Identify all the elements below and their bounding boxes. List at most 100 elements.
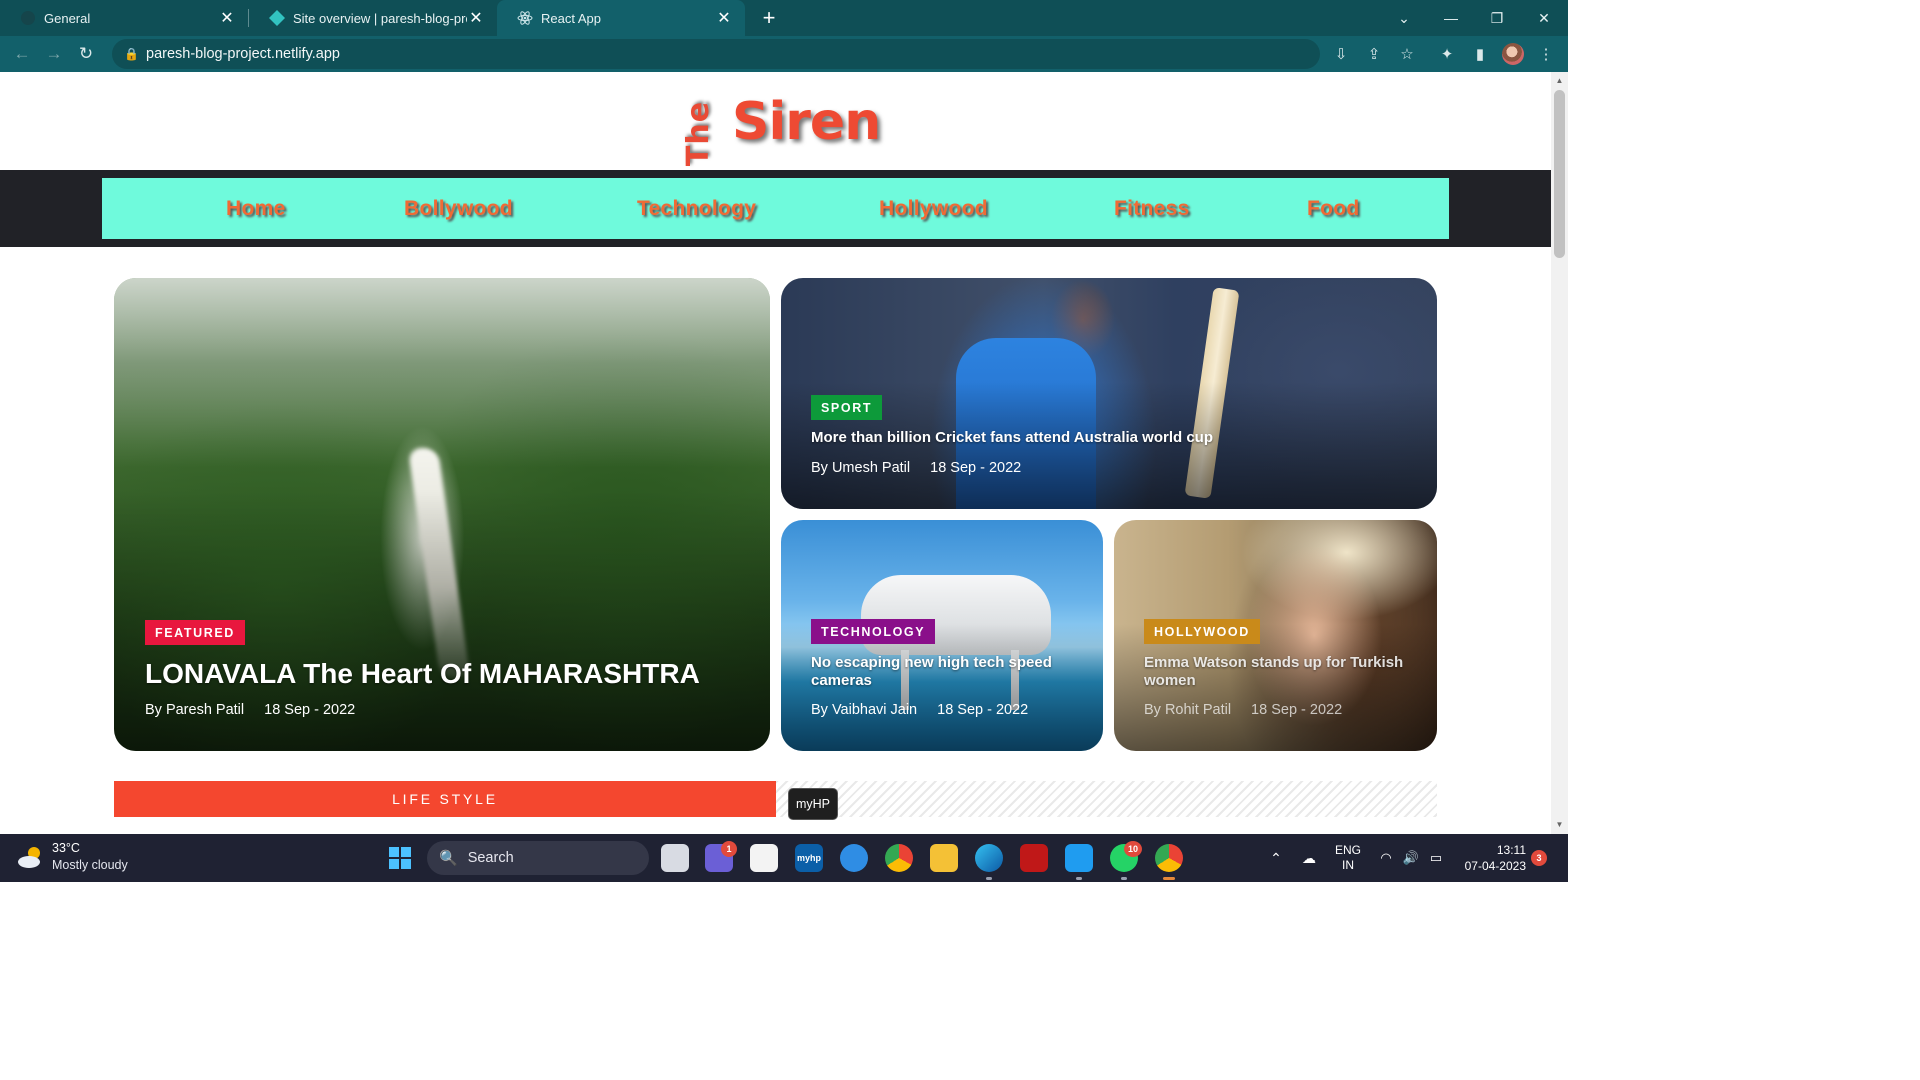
web-page: The Siren Home Bollywood Technology Holl…	[0, 72, 1551, 834]
language-code: ENG	[1334, 843, 1361, 857]
extensions-icon[interactable]: ✦	[1432, 36, 1462, 72]
page-scrollbar[interactable]: ▲ ▼	[1551, 72, 1568, 834]
show-hidden-icons[interactable]: ⌃	[1264, 834, 1288, 882]
back-icon[interactable]: ←	[6, 38, 38, 70]
search-label: Search	[467, 850, 514, 866]
tab-bar: General ✕ Site overview | paresh-blog-pr…	[0, 0, 1568, 36]
card-meta: By Umesh Patil 18 Sep - 2022	[811, 460, 1021, 476]
site-logo[interactable]: The Siren	[676, 82, 896, 172]
close-tab-icon[interactable]: ✕	[715, 9, 733, 27]
clock-date: 07-04-2023	[1464, 859, 1526, 873]
nav-band: Home Bollywood Technology Hollywood Fitn…	[0, 170, 1551, 247]
taskbar-search[interactable]: 🔍 Search	[427, 841, 649, 875]
tab-react-app[interactable]: React App ✕	[497, 0, 745, 36]
region-code: IN	[1342, 858, 1354, 872]
category-badge[interactable]: HOLLYWOOD	[1144, 619, 1260, 644]
card-author: By Vaibhavi Jain	[811, 702, 918, 718]
active-indicator	[1163, 877, 1175, 880]
featured-card[interactable]: FEATURED LONAVALA The Heart Of MAHARASHT…	[114, 278, 770, 751]
card-author: By Paresh Patil	[145, 702, 245, 718]
volume-icon[interactable]: 🔊	[1399, 834, 1423, 882]
forward-icon[interactable]: →	[38, 38, 70, 70]
technology-card[interactable]: TECHNOLOGY No escaping new high tech spe…	[781, 520, 1103, 751]
nav-technology[interactable]: Technology	[637, 197, 756, 221]
tab-title: React App	[541, 10, 601, 26]
clock[interactable]: 13:11 07-04-2023	[1456, 834, 1526, 882]
lifestyle-section-header: LIFE STYLE	[114, 781, 776, 817]
wifi-icon[interactable]: ◠	[1374, 834, 1398, 882]
cloudy-weather-icon[interactable]	[16, 844, 46, 870]
tab-title: Site overview | paresh-blog-proje	[293, 10, 467, 26]
scroll-down-icon[interactable]: ▼	[1551, 820, 1568, 829]
battery-icon[interactable]: ▭	[1424, 834, 1448, 882]
card-date: 18 Sep - 2022	[937, 702, 1029, 718]
share-icon[interactable]: ⇪	[1359, 36, 1389, 72]
task-view-icon[interactable]	[661, 844, 689, 872]
card-meta: By Rohit Patil 18 Sep - 2022	[1144, 702, 1342, 718]
weather-status[interactable]: Mostly cloudy	[52, 858, 128, 872]
bookmark-star-icon[interactable]: ☆	[1392, 36, 1422, 72]
windows-start-icon[interactable]	[386, 844, 414, 872]
vscode-icon[interactable]	[1065, 844, 1093, 872]
minimize-button[interactable]: —	[1428, 0, 1474, 36]
chrome-icon[interactable]	[885, 844, 913, 872]
github-icon	[21, 11, 35, 25]
nav-food[interactable]: Food	[1307, 197, 1360, 221]
card-author: By Rohit Patil	[1144, 702, 1232, 718]
react-icon	[517, 11, 533, 25]
nav-fitness[interactable]: Fitness	[1114, 197, 1190, 221]
url-text: paresh-blog-project.netlify.app	[146, 46, 340, 62]
myhp-icon[interactable]: myhp	[795, 844, 823, 872]
language-indicator[interactable]: ENG IN	[1330, 834, 1366, 882]
close-window-button[interactable]: ✕	[1521, 0, 1567, 36]
category-badge[interactable]: TECHNOLOGY	[811, 619, 936, 644]
microsoft-store-icon[interactable]	[750, 844, 778, 872]
card-title[interactable]: LONAVALA The Heart Of MAHARASHTRA	[145, 658, 700, 690]
profile-avatar[interactable]	[1498, 36, 1528, 72]
close-tab-icon[interactable]: ✕	[467, 9, 485, 27]
side-panel-icon[interactable]: ▮	[1465, 36, 1495, 72]
teams-badge: 1	[721, 841, 737, 857]
edge-icon[interactable]	[975, 844, 1003, 872]
card-meta: By Vaibhavi Jain 18 Sep - 2022	[811, 702, 1028, 718]
category-badge[interactable]: FEATURED	[145, 620, 245, 645]
card-title[interactable]: Emma Watson stands up for Turkish women	[1144, 654, 1414, 690]
tab-general[interactable]: General ✕	[0, 0, 248, 36]
nav-bollywood[interactable]: Bollywood	[404, 197, 513, 221]
chrome-profile-icon[interactable]	[1155, 844, 1183, 872]
card-title[interactable]: More than billion Cricket fans attend Au…	[811, 429, 1213, 446]
scrollbar-thumb[interactable]	[1554, 90, 1565, 258]
nav-hollywood[interactable]: Hollywood	[879, 197, 988, 221]
close-tab-icon[interactable]: ✕	[218, 9, 236, 27]
onedrive-icon[interactable]: ☁	[1296, 834, 1322, 882]
avatar	[1502, 43, 1524, 65]
lock-icon: 🔒	[124, 47, 139, 61]
windows-taskbar: 33°C Mostly cloudy 🔍 Search 1 myhp 10 ⌃ …	[0, 834, 1568, 882]
notification-count-badge[interactable]: 3	[1531, 850, 1547, 866]
scroll-up-icon[interactable]: ▲	[1551, 76, 1568, 85]
card-date: 18 Sep - 2022	[264, 702, 356, 718]
address-bar[interactable]: 🔒 paresh-blog-project.netlify.app	[112, 39, 1320, 69]
card-meta: By Paresh Patil 18 Sep - 2022	[145, 702, 355, 718]
nav-home[interactable]: Home	[226, 197, 286, 221]
weather-temperature[interactable]: 33°C	[52, 841, 80, 855]
category-badge[interactable]: SPORT	[811, 395, 883, 420]
section-hatch-divider	[776, 781, 1437, 817]
restore-button[interactable]: ❐	[1474, 0, 1520, 36]
reload-icon[interactable]: ↻	[70, 38, 102, 70]
new-tab-button[interactable]: +	[751, 0, 787, 36]
hollywood-card[interactable]: HOLLYWOOD Emma Watson stands up for Turk…	[1114, 520, 1437, 751]
weather-app-icon[interactable]	[840, 844, 868, 872]
tab-search-icon[interactable]: ⌄	[1381, 0, 1427, 36]
mcafee-icon[interactable]	[1020, 844, 1048, 872]
running-indicator	[1121, 877, 1127, 880]
install-app-icon[interactable]: ⇩	[1326, 36, 1356, 72]
sport-card[interactable]: SPORT More than billion Cricket fans att…	[781, 278, 1437, 509]
card-title[interactable]: No escaping new high tech speed cameras	[811, 654, 1071, 690]
file-explorer-icon[interactable]	[930, 844, 958, 872]
running-indicator	[1076, 877, 1082, 880]
tab-site-overview[interactable]: Site overview | paresh-blog-proje ✕	[249, 0, 497, 36]
myhp-tooltip: myHP	[788, 788, 838, 820]
menu-icon[interactable]: ⋮	[1531, 36, 1561, 72]
card-date: 18 Sep - 2022	[1251, 702, 1343, 718]
